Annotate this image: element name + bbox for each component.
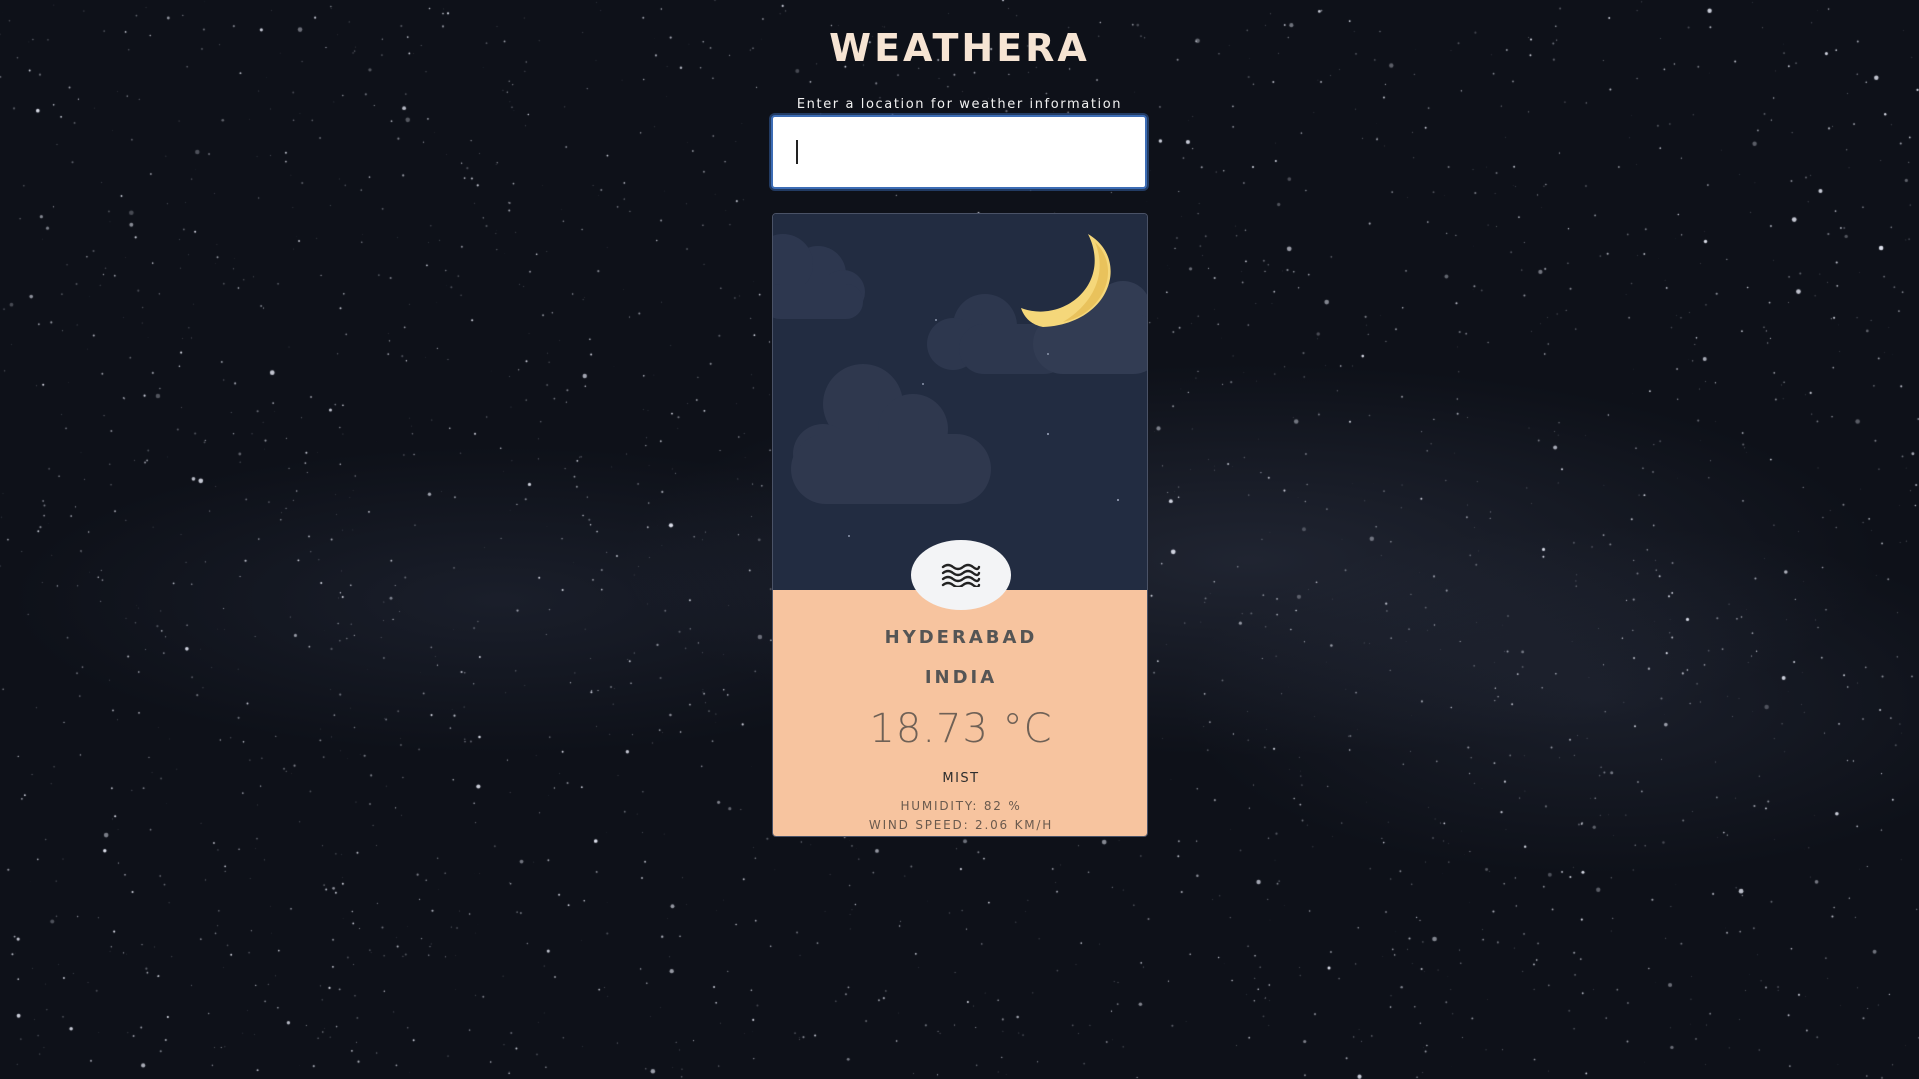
temperature: 18.73 °C <box>869 706 1053 752</box>
city-name: HYDERABAD <box>884 627 1038 648</box>
weather-card: HYDERABAD INDIA 18.73 °C MIST HUMIDITY: … <box>772 213 1148 837</box>
humidity: HUMIDITY: 82 % <box>900 799 1022 813</box>
mist-icon <box>941 563 981 587</box>
cloud-icon <box>773 234 865 319</box>
night-sky-illustration <box>773 234 1147 537</box>
location-search-input[interactable] <box>771 115 1147 189</box>
wind-speed: WIND SPEED: 2.06 KM/H <box>868 818 1054 832</box>
text-caret <box>796 140 798 164</box>
condition-badge <box>911 540 1011 610</box>
search-label: Enter a location for weather information <box>796 97 1123 112</box>
weather-condition: MIST <box>942 771 980 786</box>
app-title: WEATHERA <box>829 26 1090 70</box>
sky-panel <box>773 214 1147 590</box>
country-name: INDIA <box>924 667 998 688</box>
cloud-icon <box>791 364 991 504</box>
